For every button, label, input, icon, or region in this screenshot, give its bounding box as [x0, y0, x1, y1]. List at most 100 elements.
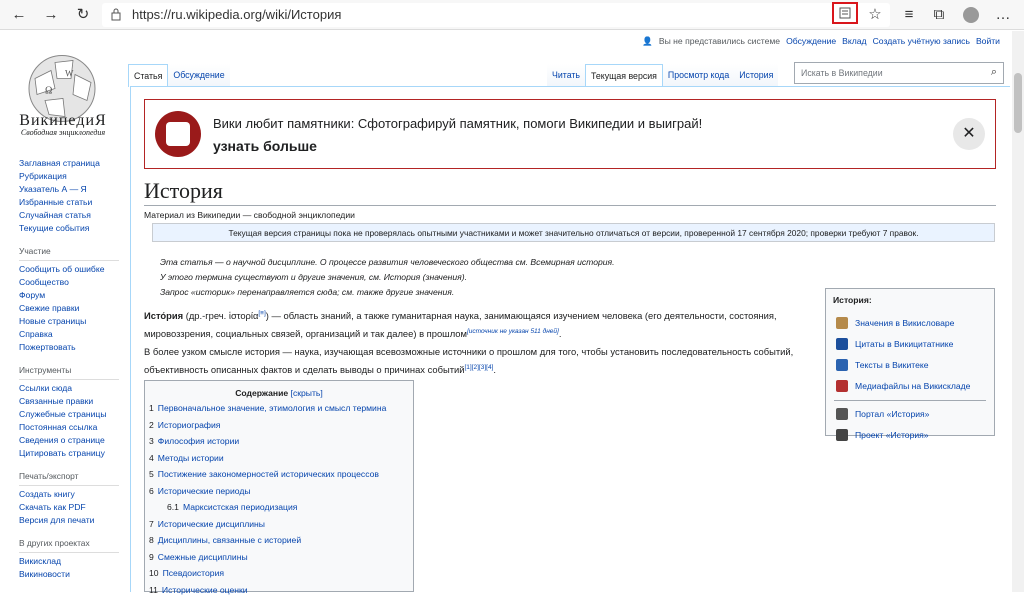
toc-item[interactable]: 7 Исторические дисциплины	[149, 519, 265, 529]
svg-text:W: W	[65, 69, 74, 79]
infobox-link[interactable]: Тексты в Викитеке	[855, 360, 929, 370]
toc-item[interactable]: 3 Философия истории	[149, 436, 239, 446]
forward-arrow-icon[interactable]: →	[40, 4, 62, 26]
sidebar-link[interactable]: Постоянная ссылка	[19, 421, 119, 434]
sidebar-section-heading: Печать/экспорт	[19, 470, 119, 486]
toc-link[interactable]: Дисциплины, связанные с историей	[158, 535, 301, 545]
sidebar-link[interactable]: Сообщество	[19, 276, 119, 289]
toc-item[interactable]: 1 Первоначальное значение, этимология и с…	[149, 403, 386, 413]
sidebar-link[interactable]: Викиновости	[19, 568, 119, 581]
infobox-link[interactable]: Портал «История»	[855, 409, 929, 419]
infobox-item[interactable]: Значения в Викисловаре	[836, 317, 954, 329]
close-icon[interactable]: ✕	[953, 118, 985, 150]
toc-item[interactable]: 11 Исторические оценки	[149, 585, 248, 595]
toc-hide-link[interactable]: [скрыть]	[291, 388, 323, 398]
toc-item[interactable]: 6 Исторические периоды	[149, 486, 251, 496]
toc-item[interactable]: 6.1 Марксистская периодизация	[167, 502, 297, 512]
favorite-star-icon[interactable]: ☆	[864, 4, 886, 26]
personal-link[interactable]: Войти	[976, 36, 1000, 47]
favorites-list-icon[interactable]: ≡	[898, 4, 920, 26]
toc-link[interactable]: Первоначальное значение, этимология и см…	[158, 403, 387, 413]
infobox-title: История:	[833, 295, 872, 305]
banner-learn-more-link[interactable]: узнать больше	[213, 138, 317, 154]
sidebar-link[interactable]: Свежие правки	[19, 302, 119, 315]
toc-item[interactable]: 4 Методы истории	[149, 453, 224, 463]
sidebar-link[interactable]: Справка	[19, 328, 119, 341]
sidebar-link[interactable]: Сведения о странице	[19, 434, 119, 447]
infobox-link[interactable]: Значения в Викисловаре	[855, 318, 954, 328]
profile-avatar-icon[interactable]	[960, 4, 982, 26]
view-tabs: Читать Текущая версия Просмотр кода История	[547, 64, 779, 87]
toc-item[interactable]: 10 Псевдоистория	[149, 568, 224, 578]
sidebar-link[interactable]: Рубрикация	[19, 170, 119, 183]
infobox-link[interactable]: Проект «История»	[855, 430, 929, 440]
tab-view-0[interactable]: Читать	[547, 64, 586, 87]
wiki-loves-monuments-icon	[155, 111, 201, 157]
search-icon[interactable]: ⌕	[991, 66, 997, 79]
sidebar-link[interactable]: Версия для печати	[19, 514, 119, 527]
toc-item[interactable]: 5 Постижение закономерностей исторических…	[149, 469, 379, 479]
toc-item[interactable]: 2 Историография	[149, 420, 220, 430]
infobox-link[interactable]: Медиафайлы на Викискладе	[855, 381, 970, 391]
infobox-item[interactable]: Портал «История»	[836, 408, 929, 420]
toc-link[interactable]: Марксистская периодизация	[183, 502, 297, 512]
tab-talk[interactable]: Обсуждение	[168, 64, 230, 87]
toc-link[interactable]: Исторические дисциплины	[158, 519, 265, 529]
flagged-revision-notice: Текущая версия страницы пока не проверял…	[152, 223, 995, 242]
sidebar-link[interactable]: Пожертвовать	[19, 341, 119, 354]
search-input[interactable]: Искать в Википедии ⌕	[794, 62, 1004, 84]
address-bar[interactable]: https://ru.wikipedia.org/wiki/История	[102, 3, 890, 27]
hatnote-3: Запрос «историк» перенаправляется сюда; …	[160, 287, 455, 297]
hatnote-2: У этого термина существуют и другие знач…	[160, 272, 467, 282]
infobox-item[interactable]: Медиафайлы на Викискладе	[836, 380, 970, 392]
sidebar-link[interactable]: Форум	[19, 289, 119, 302]
sidebar-link[interactable]: Создать книгу	[19, 488, 119, 501]
tab-view-3[interactable]: История	[734, 64, 779, 87]
infobox-item[interactable]: Проект «История»	[836, 429, 929, 441]
tab-view-2[interactable]: Просмотр кода	[662, 64, 735, 87]
sidebar-link[interactable]: Избранные статьи	[19, 196, 119, 209]
immersive-reader-button[interactable]	[832, 2, 858, 24]
back-arrow-icon[interactable]: ←	[8, 4, 30, 26]
toc-link[interactable]: Исторические оценки	[162, 585, 248, 595]
toc-link[interactable]: Историография	[158, 420, 221, 430]
toc-link[interactable]: Философия истории	[158, 436, 239, 446]
title-divider	[144, 205, 996, 206]
sidebar-link[interactable]: Связанные правки	[19, 395, 119, 408]
toc-link[interactable]: Исторические периоды	[158, 486, 251, 496]
tab-view-1[interactable]: Текущая версия	[585, 64, 663, 87]
sidebar-link[interactable]: Скачать как PDF	[19, 501, 119, 514]
page-scrollbar[interactable]	[1012, 31, 1024, 592]
toc-link[interactable]: Псевдоистория	[163, 568, 224, 578]
sidebar-link[interactable]: Заглавная страница	[19, 157, 119, 170]
tab-article[interactable]: Статья	[128, 64, 169, 87]
sidebar-link[interactable]: Текущие события	[19, 222, 119, 235]
collections-icon[interactable]: ⧉	[928, 4, 950, 26]
toc-number: 1	[149, 403, 154, 413]
toc-link[interactable]: Постижение закономерностей исторических …	[158, 469, 379, 479]
sidebar-link[interactable]: Служебные страницы	[19, 408, 119, 421]
sidebar-link[interactable]: Новые страницы	[19, 315, 119, 328]
infobox-item[interactable]: Цитаты в Викицитатнике	[836, 338, 953, 350]
toc-item[interactable]: 9 Смежные дисциплины	[149, 552, 248, 562]
sidebar-link[interactable]: Цитировать страницу	[19, 447, 119, 460]
personal-tools: 👤 Вы не представились системе Обсуждение В…	[642, 36, 1000, 47]
personal-link[interactable]: Создать учётную запись	[873, 36, 970, 47]
personal-link[interactable]: Обсуждение	[786, 36, 836, 47]
infobox-item[interactable]: Тексты в Викитеке	[836, 359, 929, 371]
toc-link[interactable]: Методы истории	[158, 453, 224, 463]
sidebar-link[interactable]: Сообщить об ошибке	[19, 263, 119, 276]
sidebar-link[interactable]: Указатель А — Я	[19, 183, 119, 196]
lock-icon	[111, 8, 121, 21]
refresh-icon[interactable]: ↻	[72, 4, 94, 26]
sidebar-link[interactable]: Ссылки сюда	[19, 382, 119, 395]
toc-link[interactable]: Смежные дисциплины	[158, 552, 248, 562]
infobox-divider	[834, 400, 986, 401]
sidebar-link[interactable]: Викисклад	[19, 555, 119, 568]
scrollbar-thumb[interactable]	[1014, 73, 1022, 133]
infobox-link[interactable]: Цитаты в Викицитатнике	[855, 339, 953, 349]
toc-item[interactable]: 8 Дисциплины, связанные с историей	[149, 535, 301, 545]
personal-link[interactable]: Вклад	[842, 36, 866, 47]
menu-dots-icon[interactable]: …	[992, 4, 1014, 26]
sidebar-link[interactable]: Случайная статья	[19, 209, 119, 222]
